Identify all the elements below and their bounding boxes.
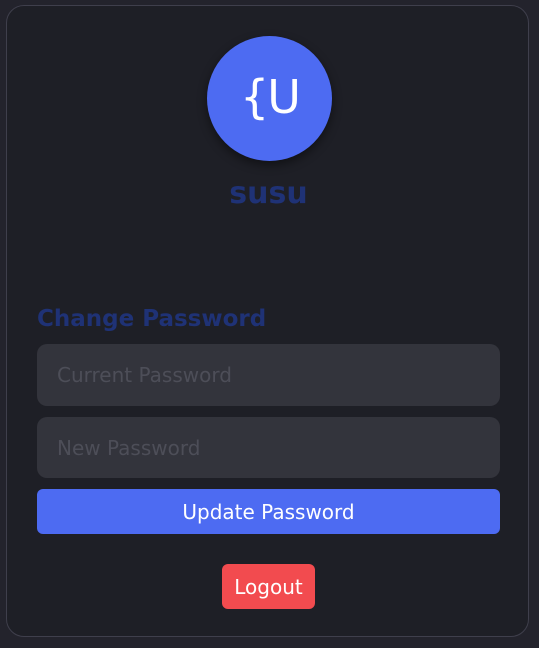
avatar-initials: {U [240,69,301,124]
new-password-input[interactable] [37,417,500,478]
change-password-title: Change Password [37,306,267,332]
username: susu [229,176,308,211]
update-password-button[interactable]: Update Password [37,489,500,534]
profile-card: {U susu Change Password Update Password … [6,5,529,637]
logout-button[interactable]: Logout [222,564,315,609]
current-password-input[interactable] [37,344,500,406]
avatar: {U [207,36,332,161]
